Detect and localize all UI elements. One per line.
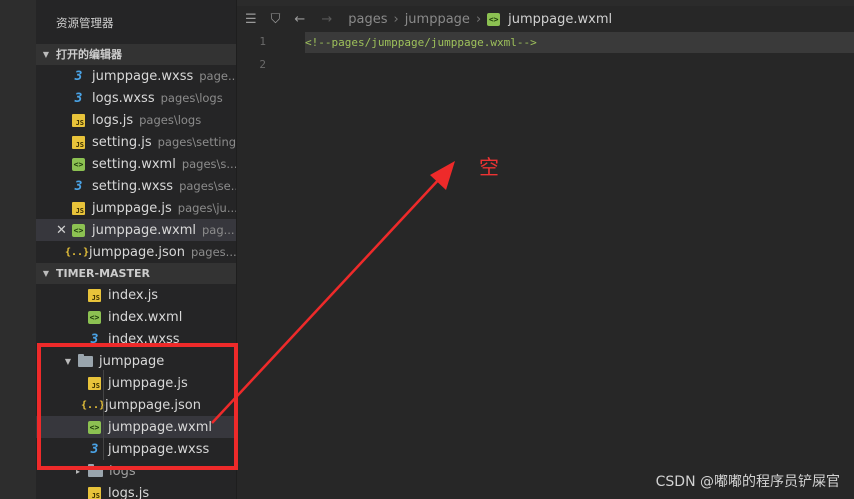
tree-item[interactable]: 3 index.wxss: [36, 328, 236, 350]
open-editor-item[interactable]: {..} jumppage.json pages...: [36, 241, 236, 263]
breadcrumb-current-file[interactable]: jumppage.wxml: [508, 12, 612, 27]
chevron-right-icon: ▸: [75, 466, 80, 476]
code-line-comment[interactable]: <!--pages/jumppage/jumppage.wxml-->: [305, 32, 854, 53]
tree-item[interactable]: 3 jumppage.wxss: [36, 438, 236, 460]
css-file-icon: 3: [74, 178, 83, 194]
js-file-icon: JS: [72, 135, 85, 149]
chevron-down-icon: ▼: [42, 269, 50, 278]
css-file-icon: 3: [90, 331, 99, 347]
breadcrumb-part[interactable]: jumppage: [405, 12, 470, 27]
line-number: 2: [259, 58, 266, 71]
open-editors-header[interactable]: ▼ 打开的编辑器: [36, 44, 236, 65]
open-editor-item[interactable]: <> setting.wxml pages\s...: [36, 153, 236, 175]
tree-item[interactable]: <> index.wxml: [36, 306, 236, 328]
css-file-icon: 3: [74, 90, 83, 106]
open-editor-item[interactable]: 3 setting.wxss pages\se...: [36, 175, 236, 197]
css-file-icon: 3: [90, 441, 99, 457]
js-file-icon: JS: [72, 201, 85, 215]
explorer-title: 资源管理器: [56, 16, 114, 30]
back-arrow-icon[interactable]: ←: [294, 12, 305, 27]
wxml-file-icon: <>: [88, 420, 101, 434]
tree-item[interactable]: JS index.js: [36, 284, 236, 306]
explorer-sidebar: 资源管理器 ▼ 打开的编辑器 3 jumppage.wxss page... 3…: [36, 0, 237, 499]
css-file-icon: 3: [74, 68, 83, 84]
open-editor-item[interactable]: 3 logs.wxss pages\logs: [36, 87, 236, 109]
json-file-icon: {..}: [64, 246, 90, 258]
project-label: TIMER-MASTER: [56, 267, 150, 280]
open-editors-label: 打开的编辑器: [56, 48, 122, 61]
annotation-text: 空: [479, 155, 499, 179]
json-file-icon: {..}: [80, 399, 106, 411]
breadcrumb: pages › jumppage › <> jumppage.wxml: [348, 12, 612, 27]
open-editor-item[interactable]: JS logs.js pages\logs: [36, 109, 236, 131]
wxml-file-icon: <>: [72, 157, 85, 171]
chevron-down-icon: ▼: [64, 356, 72, 366]
wxml-file-icon: <>: [88, 310, 101, 324]
chevron-right-icon: ›: [475, 11, 482, 27]
tab-strip: [237, 0, 854, 6]
js-file-icon: JS: [72, 113, 85, 127]
wxml-file-icon: <>: [72, 223, 85, 237]
tree-item[interactable]: JS jumppage.js: [36, 372, 236, 394]
open-editor-item-active[interactable]: ✕ <> jumppage.wxml pag...: [36, 219, 236, 241]
line-number: 1: [259, 35, 266, 48]
folder-open-icon: [78, 353, 93, 367]
tree-indent-guide: [103, 370, 104, 460]
tree-item-selected[interactable]: <> jumppage.wxml: [36, 416, 236, 438]
editor-area: ☰ ⛉ ← → pages › jumppage › <> jumppage.w…: [237, 0, 854, 499]
bookmark-icon[interactable]: ⛉: [271, 12, 281, 27]
tree-item[interactable]: {..} jumppage.json: [36, 394, 236, 416]
activity-bar: [0, 0, 36, 499]
open-editor-item[interactable]: 3 jumppage.wxss page...: [36, 65, 236, 87]
js-file-icon: JS: [88, 486, 101, 499]
js-file-icon: JS: [88, 376, 101, 390]
tree-folder-logs[interactable]: ▸ logs: [36, 460, 236, 482]
tree-folder-jumppage[interactable]: ▼ jumppage: [36, 350, 236, 372]
open-editor-item[interactable]: JS setting.js pages\setting: [36, 131, 236, 153]
open-editor-item[interactable]: JS jumppage.js pages\ju...: [36, 197, 236, 219]
watermark: CSDN @嘟嘟的程序员铲屎官: [655, 474, 840, 490]
line-number-gutter: 1 2: [237, 32, 297, 78]
chevron-down-icon: ▼: [42, 50, 50, 59]
wxml-file-icon: <>: [487, 12, 501, 26]
close-icon[interactable]: ✕: [56, 223, 67, 238]
forward-arrow-icon[interactable]: →: [321, 12, 332, 27]
folder-icon: [88, 463, 103, 477]
chevron-right-icon: ›: [393, 11, 399, 27]
js-file-icon: JS: [88, 288, 101, 302]
list-icon[interactable]: ☰: [245, 12, 257, 27]
tree-item[interactable]: JS logs.js: [36, 482, 236, 499]
project-header[interactable]: ▼ TIMER-MASTER: [36, 263, 236, 284]
breadcrumb-part[interactable]: pages: [348, 12, 387, 27]
